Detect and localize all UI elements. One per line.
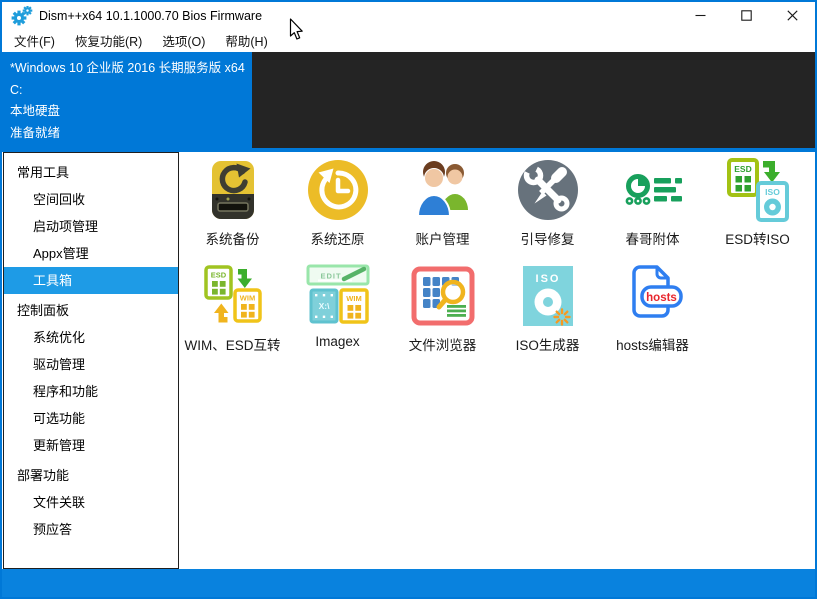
window-title: Dism++x64 10.1.1000.70 Bios Firmware (39, 9, 262, 23)
os-name: *Windows 10 企业版 2016 长期服务版 x64 (10, 58, 246, 80)
tool-file-browser[interactable]: 文件浏览器 (390, 263, 495, 369)
tool-system-restore[interactable]: 系统还原 (285, 157, 390, 263)
toolbox-grid: 系统备份 系统还原 (179, 152, 815, 569)
os-drive: C: (10, 80, 246, 102)
menubar: 文件(F) 恢复功能(R) 选项(O) 帮助(H) (2, 29, 815, 52)
tool-label: 引导修复 (521, 228, 575, 248)
tool-chunge-revive[interactable]: 春哥附体 (600, 157, 705, 263)
tool-label: 系统还原 (311, 228, 365, 248)
sidebar-item-update-manager[interactable]: 更新管理 (4, 432, 178, 459)
menu-file[interactable]: 文件(F) (4, 31, 65, 50)
sidebar: 常用工具 空间回收 启动项管理 Appx管理 工具箱 控制面板 系统优化 驱动管… (3, 152, 179, 569)
boot-repair-icon (516, 158, 580, 222)
sidebar-item-toolbox[interactable]: 工具箱 (4, 267, 178, 294)
sidebar-item-system-optimize[interactable]: 系统优化 (4, 324, 178, 351)
os-disk-type: 本地硬盘 (10, 101, 246, 123)
svg-text:WIM: WIM (346, 294, 361, 303)
os-status: 准备就绪 (10, 123, 246, 145)
svg-text:hosts: hosts (646, 292, 677, 304)
iso-maker-icon: ISO (516, 264, 580, 328)
system-backup-icon (201, 158, 265, 222)
system-restore-icon (306, 158, 370, 222)
tool-label: WIM、ESD互转 (185, 334, 281, 354)
dism-window: Dism++x64 10.1.1000.70 Bios Firmware 文件(… (0, 0, 817, 599)
sidebar-item-startup-manager[interactable]: 启动项管理 (4, 213, 178, 240)
imagex-icon: EDIT X:\ WIM (306, 264, 370, 328)
svg-text:ISO: ISO (765, 187, 780, 197)
sidebar-section-deployment: 部署功能 (4, 462, 178, 489)
tool-esd-to-iso[interactable]: ESD ISO ESD转ISO (705, 157, 810, 263)
sidebar-item-space-reclaim[interactable]: 空间回收 (4, 186, 178, 213)
tool-boot-repair[interactable]: 引导修复 (495, 157, 600, 263)
tool-wim-esd-convert[interactable]: ESD WIM (180, 263, 285, 369)
menu-help[interactable]: 帮助(H) (215, 31, 277, 50)
esd-to-iso-icon: ESD ISO (726, 158, 790, 222)
tool-account-management[interactable]: 账户管理 (390, 157, 495, 263)
tool-label: Imagex (315, 334, 359, 349)
menu-options[interactable]: 选项(O) (152, 31, 215, 50)
sidebar-item-optional-features[interactable]: 可选功能 (4, 405, 178, 432)
tool-label: 系统备份 (206, 228, 260, 248)
sidebar-section-common-tools: 常用工具 (4, 159, 178, 186)
account-management-icon (411, 158, 475, 222)
wim-esd-convert-icon: ESD WIM (201, 264, 265, 328)
app-gears-icon (11, 6, 33, 26)
sidebar-section-control-panel: 控制面板 (4, 297, 178, 324)
session-tab-panel: *Windows 10 企业版 2016 长期服务版 x64 C: 本地硬盘 准… (2, 52, 815, 148)
sidebar-item-appx-manager[interactable]: Appx管理 (4, 240, 178, 267)
os-session-tab[interactable]: *Windows 10 企业版 2016 长期服务版 x64 C: 本地硬盘 准… (2, 52, 252, 148)
titlebar: Dism++x64 10.1.1000.70 Bios Firmware (2, 2, 815, 29)
hosts-editor-icon: hosts (621, 264, 685, 328)
svg-text:ISO: ISO (535, 273, 560, 285)
file-browser-icon (411, 264, 475, 328)
maximize-button[interactable] (723, 2, 769, 29)
chunge-revive-icon (621, 158, 685, 222)
mouse-cursor (289, 18, 305, 42)
tool-label: 账户管理 (416, 228, 470, 248)
sidebar-item-driver-manager[interactable]: 驱动管理 (4, 351, 178, 378)
svg-text:X:\: X:\ (318, 301, 330, 311)
sidebar-item-file-association[interactable]: 文件关联 (4, 489, 178, 516)
tool-system-backup[interactable]: 系统备份 (180, 157, 285, 263)
minimize-button[interactable] (677, 2, 723, 29)
bottom-accent-bar (2, 569, 815, 597)
svg-text:ESD: ESD (210, 271, 226, 280)
tool-iso-maker[interactable]: ISO ISO生成器 (495, 263, 600, 369)
tool-label: hosts编辑器 (616, 334, 689, 354)
tool-label: ISO生成器 (516, 334, 580, 354)
menu-recovery[interactable]: 恢复功能(R) (65, 31, 152, 50)
sidebar-item-unattend[interactable]: 预应答 (4, 516, 178, 543)
content-area: 常用工具 空间回收 启动项管理 Appx管理 工具箱 控制面板 系统优化 驱动管… (2, 152, 815, 569)
tool-label: ESD转ISO (725, 228, 790, 248)
svg-text:WIM: WIM (239, 294, 254, 303)
close-button[interactable] (769, 2, 815, 29)
svg-text:ESD: ESD (734, 164, 751, 174)
tool-imagex[interactable]: EDIT X:\ WIM Imagex (285, 263, 390, 369)
tool-label: 文件浏览器 (409, 334, 477, 354)
svg-text:EDIT: EDIT (320, 272, 341, 281)
caption-buttons (677, 2, 815, 29)
sidebar-item-programs-features[interactable]: 程序和功能 (4, 378, 178, 405)
tool-hosts-editor[interactable]: hosts hosts编辑器 (600, 263, 705, 369)
tool-label: 春哥附体 (626, 228, 680, 248)
